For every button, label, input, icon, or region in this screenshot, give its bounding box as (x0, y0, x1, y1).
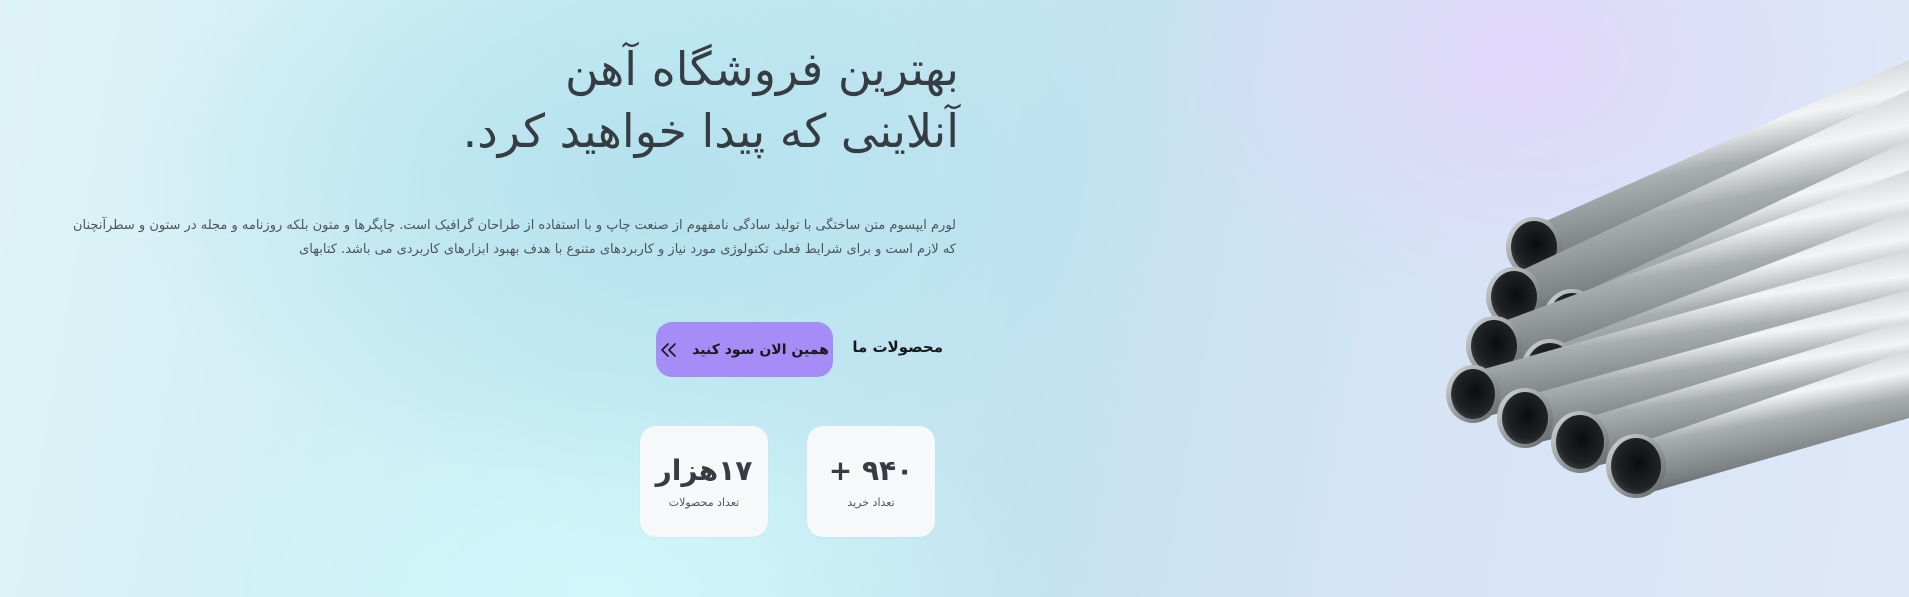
profit-now-button-label: همین الان سود کنید (692, 341, 829, 358)
our-products-link[interactable]: محصولات ما (852, 338, 943, 356)
hero-title: بهترین فروشگاه آهن آنلاینی که پیدا خواهی… (463, 38, 959, 162)
hero-title-line-2: آنلاینی که پیدا خواهید کرد. (462, 104, 959, 158)
stat-card-products: ۱۷هزار تعداد محصولات (640, 426, 768, 537)
stat-card-purchases: ۹۴۰ + تعداد خرید (807, 426, 935, 537)
stat-value-purchases: ۹۴۰ + (828, 454, 914, 487)
stat-label-purchases: تعداد خرید (847, 496, 895, 509)
stat-value-products: ۱۷هزار (655, 454, 753, 487)
hero-title-line-1: بهترین فروشگاه آهن (564, 42, 959, 96)
hero-description: لورم ایپسوم متن ساختگی با تولید سادگی نا… (73, 218, 956, 257)
steel-pipes-image (1446, 60, 1909, 498)
profit-now-button[interactable]: همین الان سود کنید (656, 322, 833, 377)
stat-label-products: تعداد محصولات (668, 496, 740, 509)
double-chevron-left-icon (660, 341, 678, 359)
